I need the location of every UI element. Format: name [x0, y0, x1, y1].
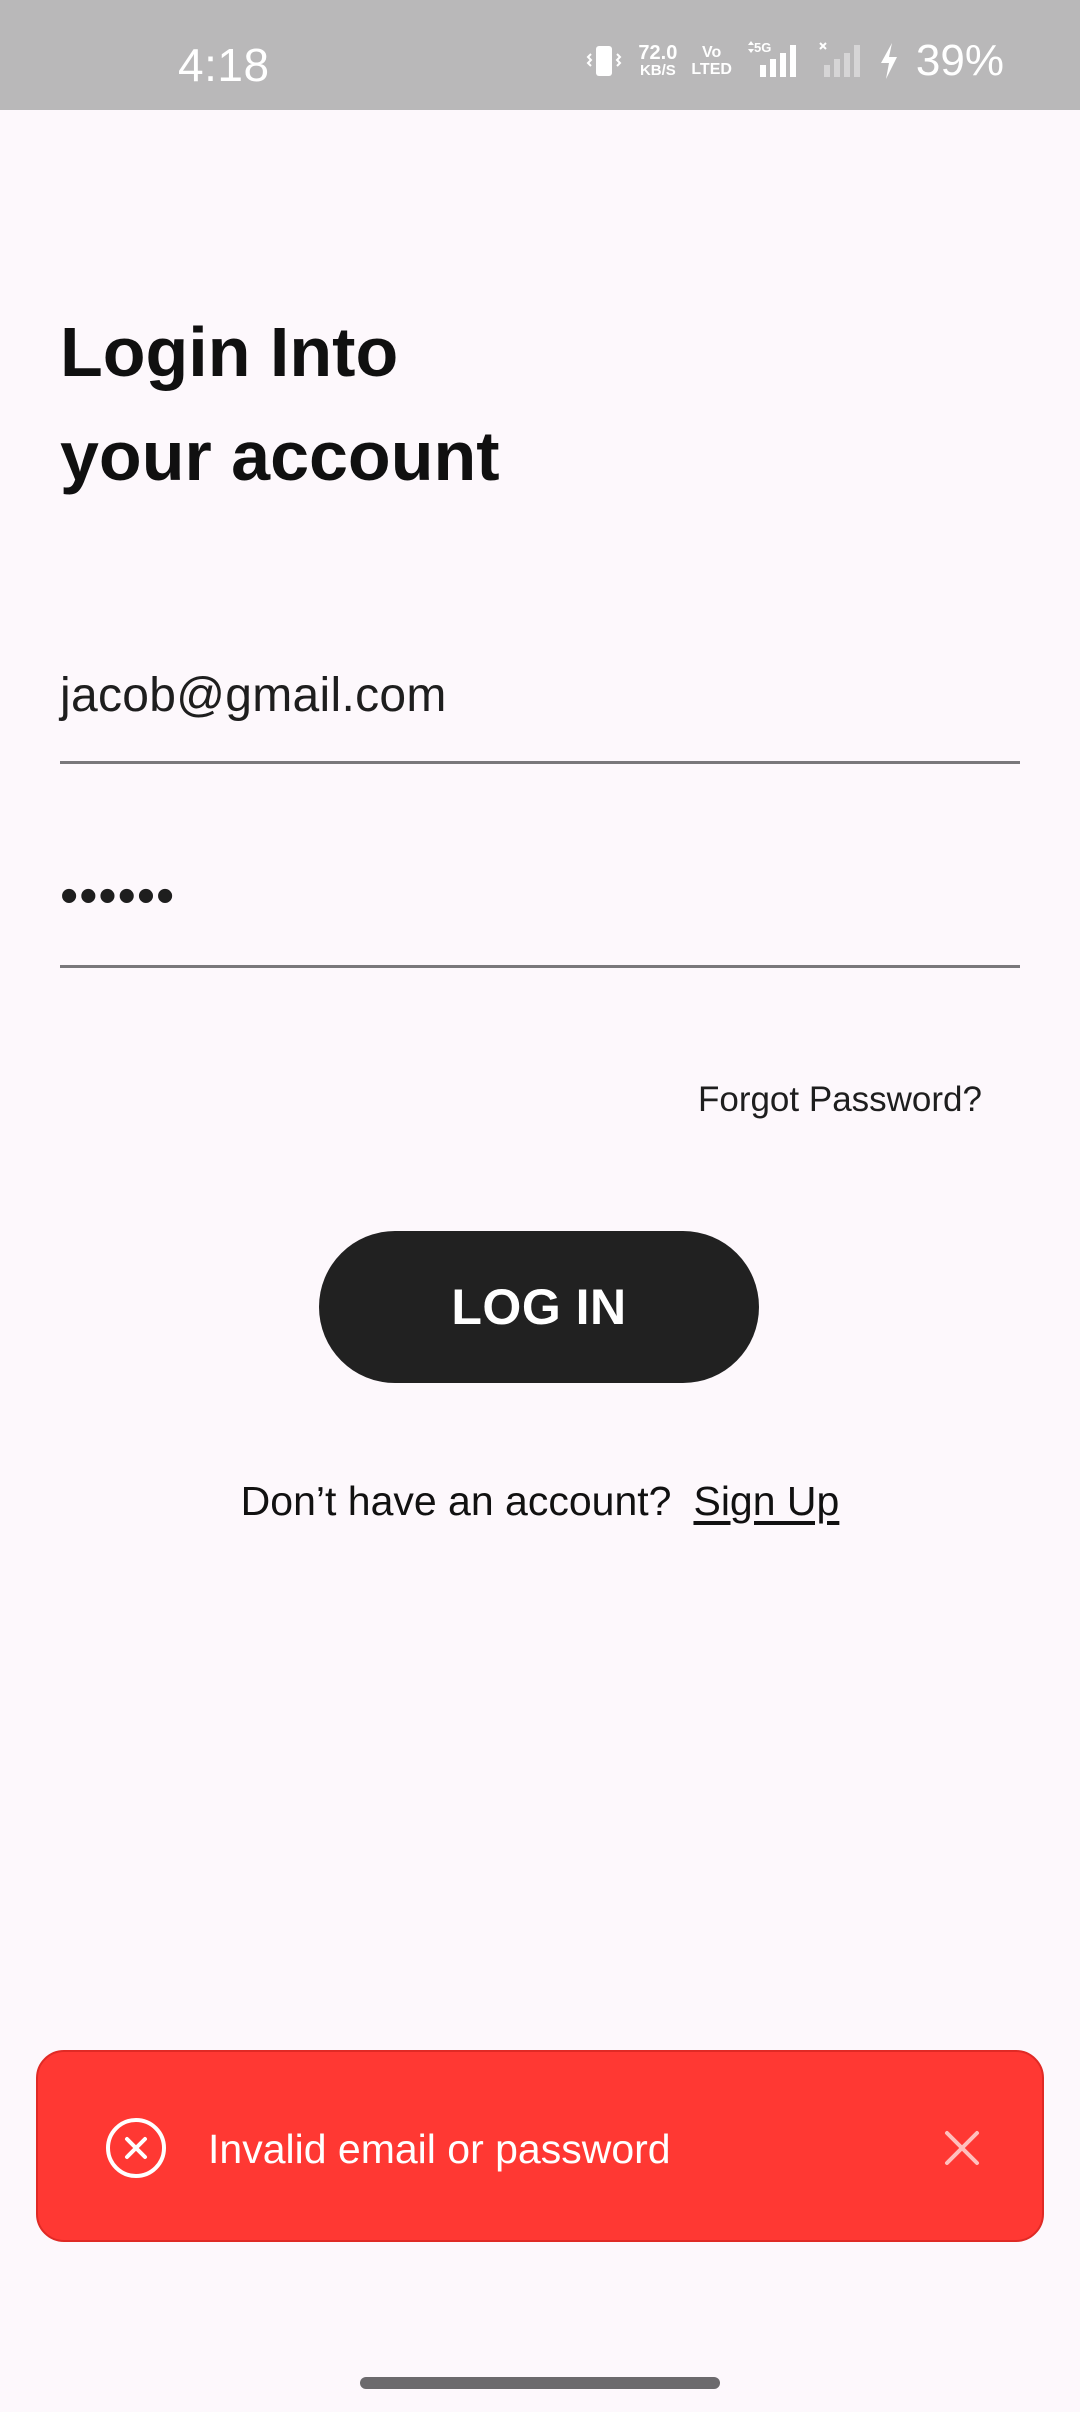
battery-percent: 39% [915, 36, 1004, 85]
net-speed-unit: KB/S [639, 62, 676, 79]
error-toast: Invalid email or password [36, 2050, 1044, 2242]
signup-question: Don’t have an account? [240, 1478, 672, 1524]
status-bar: 4:18 72.0 KB/S Vo LTED 5G 39% [0, 0, 1080, 110]
sign-up-link[interactable]: Sign Up [693, 1478, 839, 1524]
volte-indicator: Vo LTED [691, 44, 732, 78]
signal-x-icon [818, 41, 864, 81]
network-type: 5G [754, 41, 771, 55]
status-icons: 72.0 KB/S Vo LTED 5G 39% [584, 36, 1004, 86]
close-icon[interactable] [942, 2128, 982, 2168]
net-speed: 72.0 KB/S [638, 42, 678, 79]
vibrate-icon [584, 41, 624, 81]
signup-prompt: Don’t have an account? Sign Up [0, 1478, 1080, 1525]
password-value: •••••• [60, 867, 176, 925]
page-title: Login Into your account [60, 300, 500, 508]
page-title-line-2: your account [60, 417, 500, 495]
volte-bottom: LTED [691, 61, 732, 78]
page-title-line-1: Login Into [60, 313, 399, 391]
login-button[interactable]: LOG IN [319, 1231, 759, 1383]
forgot-password-link[interactable]: Forgot Password? [698, 1080, 982, 1120]
home-indicator[interactable] [360, 2377, 720, 2389]
password-field[interactable]: •••••• [60, 854, 1020, 968]
charging-icon [878, 41, 900, 81]
error-circle-icon [104, 2116, 168, 2180]
signal-icon: 5G [746, 41, 804, 81]
volte-top: Vo [701, 44, 722, 61]
toast-message: Invalid email or password [208, 2126, 671, 2172]
email-value: jacob@gmail.com [60, 669, 447, 722]
email-field[interactable]: jacob@gmail.com [60, 650, 1020, 764]
status-time: 4:18 [178, 39, 270, 91]
net-speed-value: 72.0 [638, 42, 678, 64]
